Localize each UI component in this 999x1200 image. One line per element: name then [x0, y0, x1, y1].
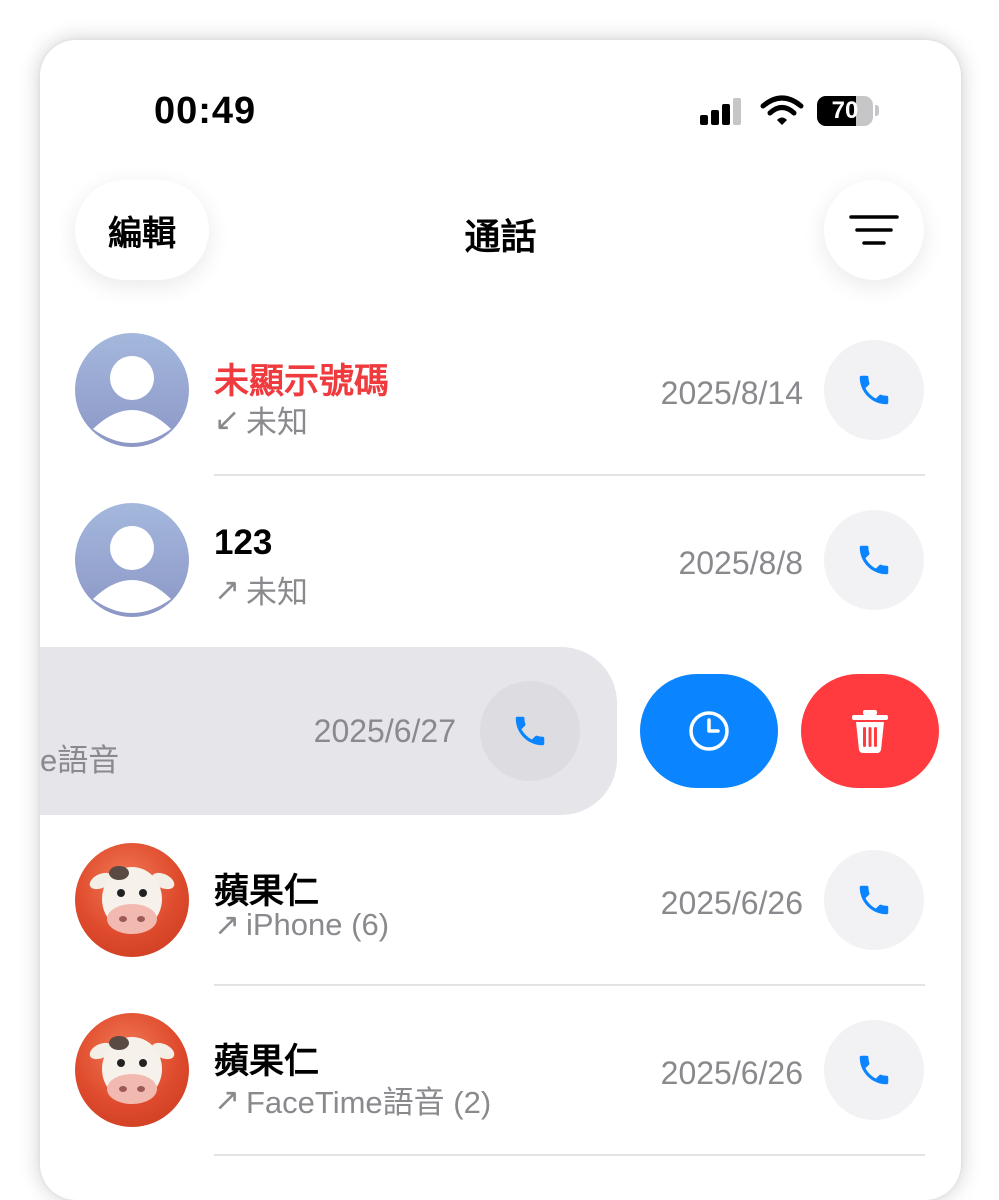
call-row[interactable]: 123 ↗ 未知 2025/8/8	[40, 475, 961, 645]
call-detail: ↙ 未知	[214, 397, 308, 442]
history-button[interactable]	[640, 674, 778, 788]
delete-button[interactable]	[801, 674, 939, 788]
incoming-arrow-icon: ↙	[214, 401, 240, 437]
call-back-button[interactable]	[824, 850, 924, 950]
call-type: FaceTime語音 (2)	[245, 1085, 492, 1120]
cow-memoji-icon	[89, 866, 175, 934]
call-type: e語音	[40, 743, 120, 778]
call-row[interactable]: 蘋果仁 ↗ iPhone (6) 2025/6/26	[40, 815, 961, 985]
avatar-memoji	[75, 1013, 189, 1127]
trash-icon	[852, 710, 888, 753]
phone-icon	[859, 375, 889, 405]
page-title: 通話	[464, 216, 537, 257]
call-detail: ↗ 未知	[214, 567, 308, 612]
call-type: 未知	[245, 575, 308, 610]
call-row[interactable]: 未顯示號碼 ↙ 未知 2025/8/14	[40, 305, 961, 475]
phone-icon	[859, 1055, 889, 1085]
avatar	[75, 333, 189, 447]
call-type: 未知	[245, 405, 308, 440]
outgoing-arrow-icon: ↗	[214, 571, 240, 607]
call-back-button[interactable]	[824, 510, 924, 610]
call-date: 2025/6/26	[660, 885, 803, 921]
phone-icon	[859, 545, 889, 575]
swiped-call-row[interactable]: e語音 2025/6/27	[40, 647, 617, 815]
outgoing-arrow-icon: ↗	[214, 1081, 240, 1117]
status-icons: 70	[700, 94, 890, 130]
phone-icon	[515, 716, 545, 746]
person-silhouette-icon	[93, 356, 171, 443]
cow-memoji-icon	[89, 1036, 175, 1104]
outgoing-arrow-icon: ↗	[214, 907, 240, 942]
call-date: 2025/6/26	[660, 1055, 803, 1091]
row-divider	[214, 1154, 925, 1156]
filter-lines-icon	[849, 215, 899, 245]
battery-level: 70	[831, 97, 859, 124]
battery-icon: 70	[817, 96, 873, 126]
call-date: 2025/8/8	[678, 545, 803, 581]
phone-icon	[859, 885, 889, 915]
call-back-button[interactable]	[824, 340, 924, 440]
call-row[interactable]: 蘋果仁 ↗ FaceTime語音 (2) 2025/6/26	[40, 985, 961, 1155]
wifi-icon	[760, 95, 804, 125]
cellular-signal-icon	[700, 98, 741, 125]
call-date: 2025/6/27	[313, 713, 456, 749]
status-time: 00:49	[154, 90, 257, 132]
person-silhouette-icon	[93, 526, 171, 613]
avatar	[75, 503, 189, 617]
call-back-button[interactable]	[824, 1020, 924, 1120]
battery-tip	[875, 105, 879, 116]
call-date: 2025/8/14	[660, 375, 803, 411]
call-back-button[interactable]	[480, 681, 580, 781]
clock-icon	[689, 711, 729, 751]
call-detail: e語音	[40, 735, 119, 780]
filter-button[interactable]	[824, 180, 924, 280]
call-detail: ↗ FaceTime語音 (2)	[214, 1077, 491, 1122]
call-type: iPhone (6)	[245, 907, 390, 942]
caller-name: 123	[214, 523, 273, 562]
phone-screen: 00:49 70 編輯 通話 未顯示號碼 ↙ 未知 2025/8/14 123 …	[40, 40, 961, 1200]
avatar-memoji	[75, 843, 189, 957]
call-detail: ↗ iPhone (6)	[214, 907, 389, 943]
